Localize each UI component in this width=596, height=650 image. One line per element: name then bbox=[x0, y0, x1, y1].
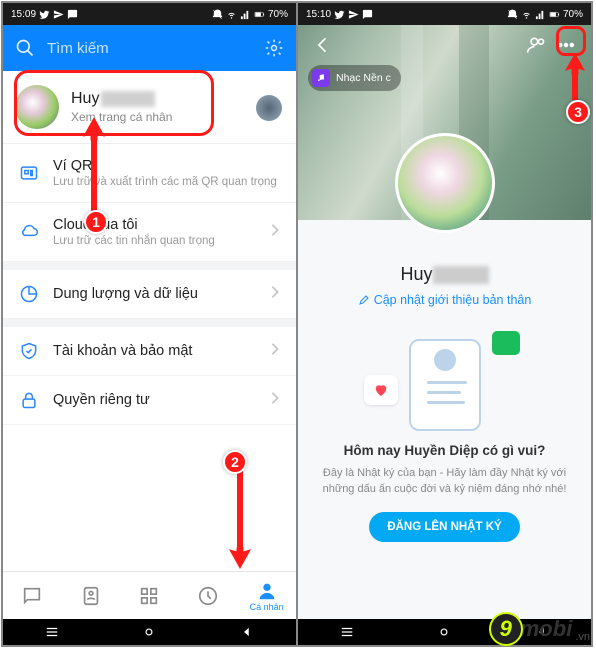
avatar-big[interactable] bbox=[395, 133, 495, 233]
signal-icon bbox=[535, 9, 546, 20]
bottom-tabs: Cá nhân bbox=[3, 571, 296, 619]
twitter-icon bbox=[334, 9, 345, 20]
cloud-icon bbox=[19, 222, 39, 242]
profile-row[interactable]: Huy Xem trang cá nhân bbox=[3, 71, 296, 144]
phone-right: 15:10 70% Nhạc Nền c bbox=[296, 3, 591, 645]
chat-status-icon bbox=[362, 9, 373, 20]
twitter-icon bbox=[39, 9, 50, 20]
item-privacy[interactable]: Quyền riêng tư bbox=[3, 376, 296, 425]
signal-icon bbox=[240, 9, 251, 20]
profile-sub: Xem trang cá nhân bbox=[71, 110, 172, 124]
battery-icon bbox=[254, 9, 265, 20]
phone-left: 15:09 70% Tìm kiếm Huy Xem trang cá bbox=[3, 3, 296, 645]
status-time: 15:10 bbox=[306, 9, 331, 20]
search-placeholder: Tìm kiếm bbox=[47, 40, 264, 57]
status-time: 15:09 bbox=[11, 9, 36, 20]
marker-1: 1 bbox=[84, 210, 108, 234]
nav-home[interactable] bbox=[437, 625, 451, 639]
tab-apps[interactable] bbox=[120, 572, 179, 619]
profile-name: Huy bbox=[298, 264, 591, 285]
shield-icon bbox=[19, 341, 39, 361]
gear-icon[interactable] bbox=[264, 38, 284, 58]
diary-title: Hôm nay Huyền Diệp có gì vui? bbox=[298, 443, 591, 458]
tab-chat[interactable] bbox=[3, 572, 62, 619]
send-icon bbox=[53, 9, 64, 20]
item-viqr[interactable]: Ví QRLưu trữ và xuất trình các mã QR qua… bbox=[3, 144, 296, 203]
lock-icon bbox=[19, 390, 39, 410]
watermark-9: 9 bbox=[489, 612, 523, 646]
battery-icon bbox=[549, 9, 560, 20]
nav-menu[interactable] bbox=[340, 625, 354, 639]
profile-name: Huy bbox=[71, 90, 172, 108]
marker-3: 3 bbox=[566, 100, 590, 124]
android-navbar bbox=[3, 619, 296, 645]
avatar bbox=[15, 85, 59, 129]
send-icon bbox=[348, 9, 359, 20]
item-datausage[interactable]: Dung lượng và dữ liệu bbox=[3, 270, 296, 319]
wifi-icon bbox=[226, 9, 237, 20]
battery-pct: 70% bbox=[268, 9, 288, 20]
diary-post-button[interactable]: ĐĂNG LÊN NHẬT KÝ bbox=[369, 512, 519, 542]
music-pill[interactable]: Nhạc Nền c bbox=[308, 65, 401, 91]
music-icon bbox=[312, 69, 330, 87]
chat-status-icon bbox=[67, 9, 78, 20]
avatar-small[interactable] bbox=[256, 95, 282, 121]
diary-subtitle: Đây là Nhật ký của bạn - Hãy làm đầy Nhậ… bbox=[320, 466, 569, 498]
chevron-right-icon bbox=[270, 391, 280, 410]
marker-2: 2 bbox=[223, 450, 247, 474]
nav-home[interactable] bbox=[142, 625, 156, 639]
status-bar: 15:09 70% bbox=[3, 3, 296, 25]
update-intro-link[interactable]: Cập nhật giới thiệu bản thân bbox=[358, 293, 532, 307]
tab-diary[interactable] bbox=[179, 572, 238, 619]
wifi-icon bbox=[521, 9, 532, 20]
battery-pct: 70% bbox=[563, 9, 583, 20]
item-security[interactable]: Tài khoản và bảo mật bbox=[3, 327, 296, 376]
status-bar: 15:10 70% bbox=[298, 3, 591, 25]
chevron-right-icon bbox=[270, 285, 280, 304]
profile-body: Huy Cập nhật giới thiệu bản thân Hôm nay… bbox=[298, 220, 591, 619]
back-button[interactable] bbox=[308, 35, 338, 55]
search-bar[interactable]: Tìm kiếm bbox=[3, 25, 296, 71]
message-icon bbox=[492, 331, 520, 355]
diary-illustration bbox=[360, 331, 530, 431]
chevron-right-icon bbox=[270, 223, 280, 242]
heart-icon bbox=[364, 375, 398, 405]
pie-icon bbox=[19, 284, 39, 304]
mute-icon bbox=[212, 9, 223, 20]
item-cloud[interactable]: Cloud của tôiLưu trữ các tin nhắn quan t… bbox=[3, 203, 296, 262]
pencil-icon bbox=[358, 294, 370, 306]
friend-icon[interactable] bbox=[521, 35, 551, 55]
nav-back[interactable] bbox=[240, 625, 254, 639]
mute-icon bbox=[507, 9, 518, 20]
search-icon bbox=[15, 38, 35, 58]
watermark: 9 mobi .vn bbox=[489, 612, 590, 646]
nav-menu[interactable] bbox=[45, 625, 59, 639]
more-button[interactable] bbox=[551, 35, 581, 55]
qr-icon bbox=[19, 163, 39, 183]
chevron-right-icon bbox=[270, 342, 280, 361]
tab-contacts[interactable] bbox=[62, 572, 121, 619]
tab-personal[interactable]: Cá nhân bbox=[237, 572, 296, 619]
